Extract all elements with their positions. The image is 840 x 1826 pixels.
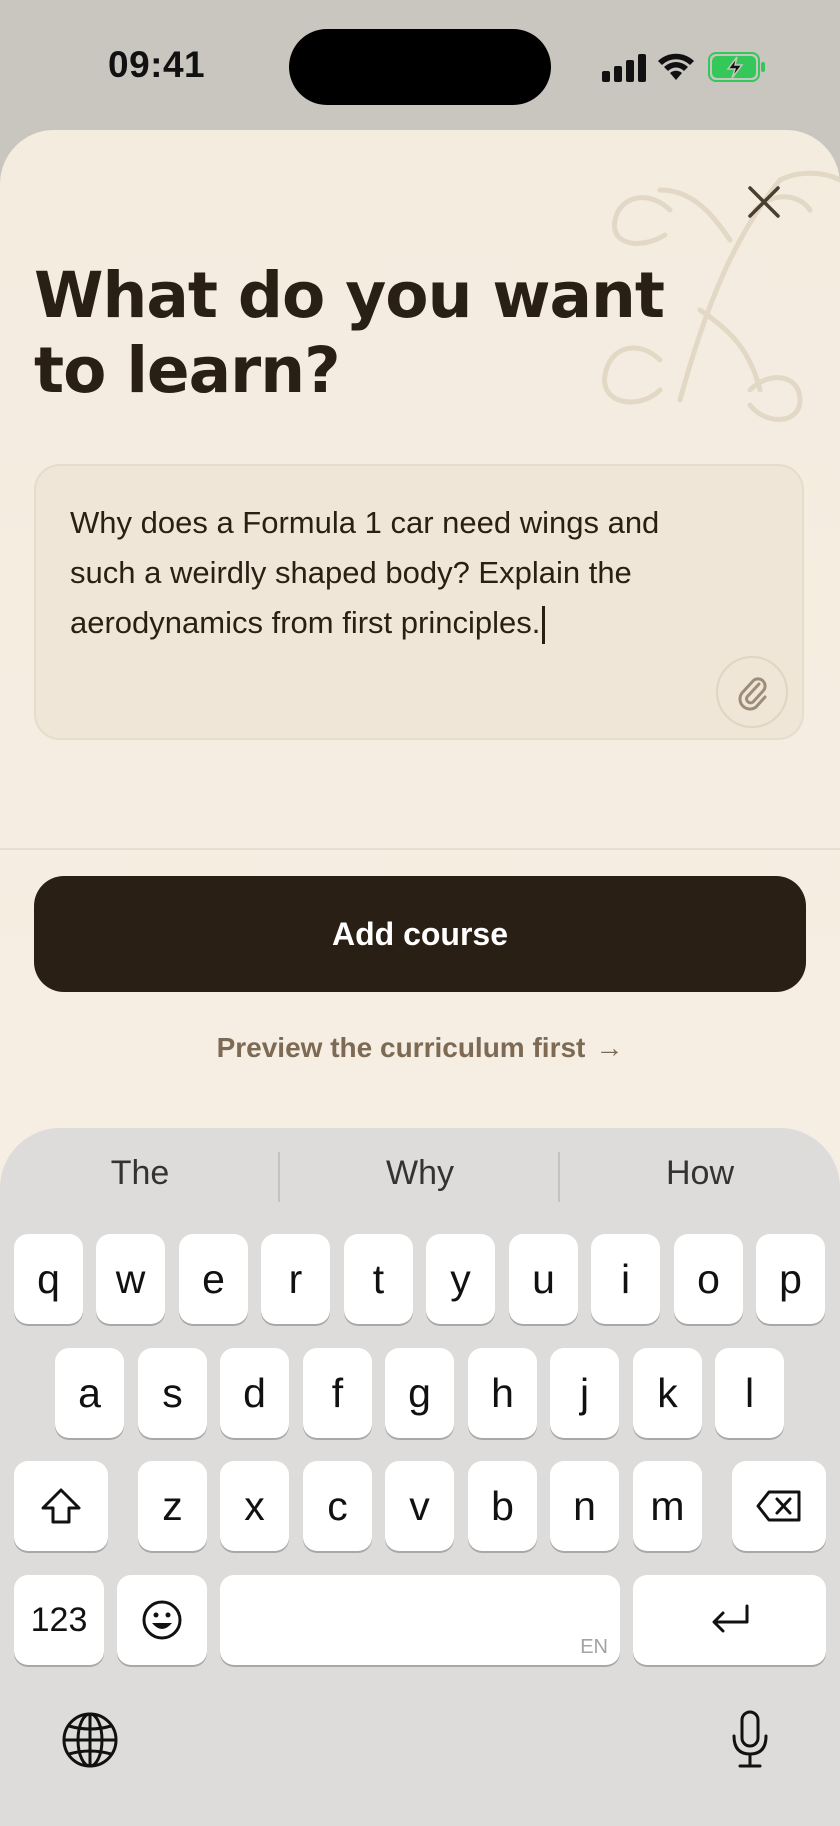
- return-key[interactable]: [633, 1575, 826, 1665]
- key-j[interactable]: j: [550, 1348, 619, 1438]
- key-g[interactable]: g: [385, 1348, 454, 1438]
- key-i[interactable]: i: [591, 1234, 660, 1324]
- close-icon[interactable]: [744, 182, 784, 222]
- microphone-icon[interactable]: [730, 1710, 770, 1770]
- wifi-icon: [658, 53, 694, 80]
- key-k[interactable]: k: [633, 1348, 702, 1438]
- key-m[interactable]: m: [633, 1461, 702, 1551]
- divider: [0, 848, 840, 850]
- key-t[interactable]: t: [344, 1234, 413, 1324]
- key-a[interactable]: a: [55, 1348, 124, 1438]
- language-indicator: EN: [580, 1636, 608, 1658]
- globe-icon[interactable]: [60, 1710, 120, 1770]
- key-l[interactable]: l: [715, 1348, 784, 1438]
- suggestion-item[interactable]: Why: [280, 1154, 560, 1193]
- key-h[interactable]: h: [468, 1348, 537, 1438]
- space-key[interactable]: EN: [220, 1575, 620, 1665]
- battery-charging-icon: [708, 52, 765, 82]
- arrow-right-icon: →: [595, 1032, 624, 1063]
- key-r[interactable]: r: [261, 1234, 330, 1324]
- preview-curriculum-link[interactable]: Preview the curriculum first →: [0, 1032, 840, 1064]
- status-time: 09:41: [108, 44, 206, 85]
- key-u[interactable]: u: [509, 1234, 578, 1324]
- keyboard: The Why How q w e r t y u i o p a s d f …: [0, 1128, 840, 1826]
- key-b[interactable]: b: [468, 1461, 537, 1551]
- topic-input[interactable]: Why does a Formula 1 car need wings and …: [34, 464, 804, 740]
- preview-link-label: Preview the curriculum first: [216, 1032, 586, 1063]
- suggestion-item[interactable]: How: [560, 1154, 840, 1193]
- text-cursor: [542, 605, 546, 644]
- emoji-icon: [142, 1600, 182, 1640]
- input-line: aerodynamics from first principles.: [70, 605, 541, 640]
- key-f[interactable]: f: [303, 1348, 372, 1438]
- key-q[interactable]: q: [14, 1234, 83, 1324]
- dynamic-island: [289, 29, 551, 105]
- cellular-signal-icon: [602, 54, 646, 82]
- paperclip-icon: [738, 677, 767, 711]
- key-x[interactable]: x: [220, 1461, 289, 1551]
- shift-key[interactable]: [14, 1461, 108, 1551]
- attach-button[interactable]: [716, 656, 788, 728]
- backspace-icon: [756, 1490, 801, 1522]
- status-bar: 09:41: [0, 0, 840, 130]
- key-y[interactable]: y: [426, 1234, 495, 1324]
- return-icon: [712, 1604, 748, 1633]
- delete-key[interactable]: [732, 1461, 826, 1551]
- key-d[interactable]: d: [220, 1348, 289, 1438]
- key-s[interactable]: s: [138, 1348, 207, 1438]
- topic-input-text[interactable]: Why does a Formula 1 car need wings and …: [70, 498, 750, 648]
- key-z[interactable]: z: [138, 1461, 207, 1551]
- add-course-button[interactable]: Add course: [34, 876, 806, 992]
- input-line: Why does a Formula 1 car need wings and: [70, 505, 660, 540]
- key-p[interactable]: p: [756, 1234, 825, 1324]
- page-title: What do you want to learn?: [34, 259, 665, 407]
- key-n[interactable]: n: [550, 1461, 619, 1551]
- key-e[interactable]: e: [179, 1234, 248, 1324]
- key-o[interactable]: o: [674, 1234, 743, 1324]
- emoji-key[interactable]: [117, 1575, 207, 1665]
- suggestion-item[interactable]: The: [0, 1154, 280, 1193]
- key-c[interactable]: c: [303, 1461, 372, 1551]
- shift-icon: [41, 1488, 81, 1524]
- input-line: such a weirdly shaped body? Explain the: [70, 555, 632, 590]
- key-w[interactable]: w: [96, 1234, 165, 1324]
- numbers-key[interactable]: 123: [14, 1575, 104, 1665]
- key-v[interactable]: v: [385, 1461, 454, 1551]
- suggestion-bar: The Why How: [0, 1128, 840, 1228]
